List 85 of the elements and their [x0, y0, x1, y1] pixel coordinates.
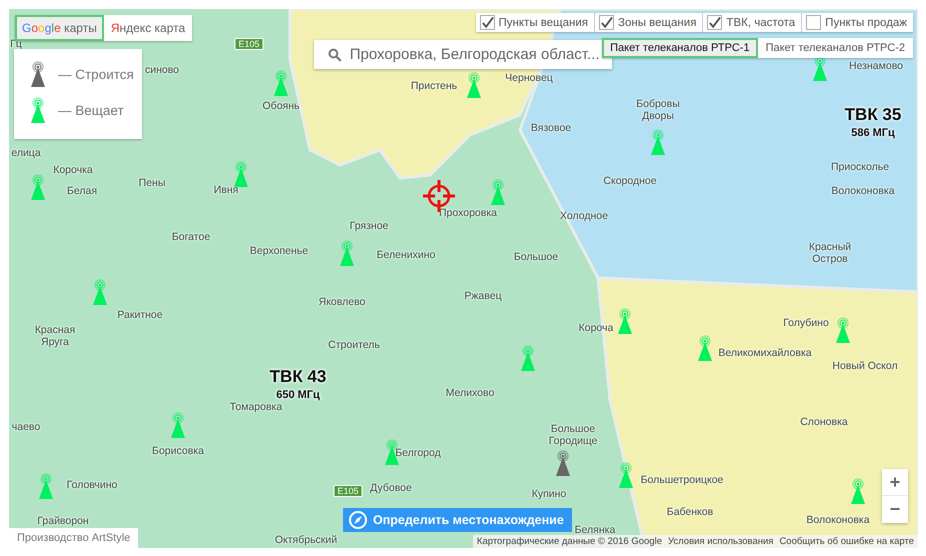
place-label: Бобровы Дворы: [636, 98, 680, 122]
place-label: Гц: [10, 38, 22, 50]
compass-icon: [349, 511, 367, 529]
legend-label: — Строится: [58, 66, 134, 82]
place-label: Ивня: [214, 184, 238, 196]
place-label: Скородное: [603, 175, 657, 187]
place-label: Беленихино: [376, 249, 436, 261]
place-label: Пены: [138, 177, 166, 189]
frequency-label: 650 МГц: [276, 389, 320, 401]
checkbox[interactable]: [480, 15, 495, 30]
road-sign: E105: [234, 38, 264, 50]
place-label: Яковлево: [318, 296, 366, 308]
place-label: Томаровка: [230, 401, 282, 413]
road-sign: E105: [333, 485, 363, 497]
checkbox-label: Пункты вещания: [498, 16, 588, 28]
place-label: Белая: [66, 185, 98, 197]
map-view[interactable]: [9, 9, 918, 548]
checkbox-label: Пункты продаж: [825, 16, 907, 28]
place-label: Короча: [578, 322, 614, 334]
checkbox[interactable]: [707, 15, 722, 30]
place-label: Верхопенье: [250, 245, 308, 257]
tower-icon[interactable]: [555, 450, 571, 476]
place-label: Корочка: [53, 164, 93, 176]
place-label: Обоянь: [262, 100, 300, 112]
place-label: Белгород: [395, 447, 441, 459]
place-label: Большое Городище: [548, 422, 598, 448]
place-label: Великомихайловка: [718, 347, 812, 359]
place-label: Голубино: [783, 317, 829, 329]
search-icon: [328, 48, 342, 62]
channel-label: ТВК 35: [844, 105, 902, 125]
zoom-out-button[interactable]: −: [882, 496, 908, 523]
attribution-text: Картографические данные © 2016 Google: [476, 536, 662, 547]
place-label: Волоконовка: [806, 514, 870, 526]
place-label: Ржавец: [464, 290, 502, 302]
checkbox[interactable]: [599, 15, 614, 30]
place-label: Незнамово: [849, 60, 903, 72]
place-label: Белянка: [574, 524, 616, 536]
place-label: Волоконовка: [831, 185, 895, 197]
place-label: Прохоровка: [439, 207, 497, 219]
zoom-in-button[interactable]: +: [882, 469, 908, 496]
legend-label: — Вещает: [58, 102, 124, 118]
place-label: Грязное: [350, 220, 388, 232]
place-label: Черновец: [505, 72, 553, 84]
place-label: Красная Яруга: [34, 324, 76, 348]
place-label: Мелихово: [446, 387, 494, 399]
place-label: Октябрьский: [274, 534, 338, 546]
place-label: Ракитное: [117, 309, 163, 321]
frequency-label: 586 МГц: [851, 127, 895, 139]
tower-icon[interactable]: [812, 55, 828, 81]
place-label: Пристень: [410, 80, 458, 92]
place-label: Борисовка: [152, 445, 204, 457]
search-field[interactable]: Прохоровка, Белгородская област...: [314, 40, 612, 69]
place-label: Головчино: [66, 479, 118, 491]
place-label: Холодное: [560, 210, 608, 222]
report-link[interactable]: Сообщить об ошибке на карте: [779, 536, 914, 547]
place-label: Купино: [532, 488, 566, 500]
map-type-tab[interactable]: Google карты: [15, 15, 104, 41]
place-label: Грайворон: [37, 515, 89, 527]
layer-checkbox[interactable]: Пункты продаж: [802, 13, 913, 32]
checkbox-label: Зоны вещания: [618, 16, 696, 28]
package-tab[interactable]: Пакет телеканалов РТРС-2: [758, 38, 913, 58]
place-label: елица: [11, 147, 41, 159]
package-tab[interactable]: Пакет телеканалов РТРС-1: [602, 38, 758, 58]
place-label: Большое: [514, 251, 558, 263]
place-label: Строитель: [328, 339, 380, 351]
layer-checkbox[interactable]: Пункты вещания: [476, 13, 596, 32]
place-label: синово: [144, 64, 180, 76]
checkbox-label: ТВК, частота: [726, 16, 796, 28]
place-label: Вязовое: [530, 122, 572, 134]
terms-link[interactable]: Условия использования: [668, 536, 774, 547]
layer-checkbox[interactable]: ТВК, частота: [703, 13, 802, 32]
place-label: Приосколье: [830, 161, 890, 173]
credit-text: Производство ArtStyle: [9, 528, 138, 548]
checkbox[interactable]: [806, 15, 822, 30]
place-label: Слоновка: [800, 416, 848, 428]
layer-checkbox[interactable]: Зоны вещания: [595, 13, 704, 32]
place-label: Дубовое: [370, 482, 412, 494]
place-label: Новый Оскол: [832, 360, 898, 372]
place-label: Бабенков: [666, 506, 714, 518]
channel-label: ТВК 43: [270, 367, 326, 387]
place-label: чаево: [12, 421, 40, 433]
place-label: Красный Остров: [808, 240, 852, 266]
place-label: Большетроицкое: [640, 474, 724, 486]
place-label: Богатое: [172, 231, 210, 243]
map-type-tab[interactable]: Яндекс карта: [104, 15, 192, 41]
